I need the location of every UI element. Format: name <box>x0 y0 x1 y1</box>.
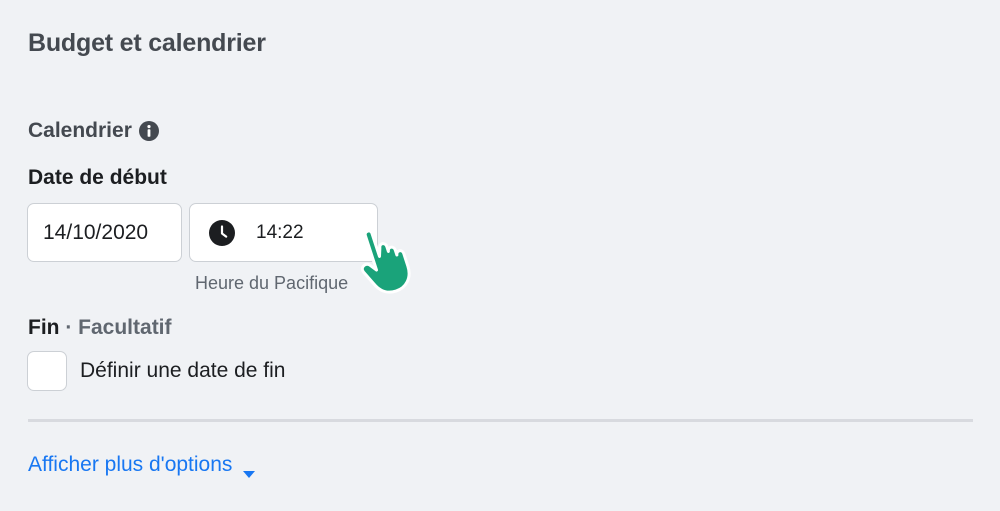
show-more-options-link[interactable]: Afficher plus d'options <box>28 453 256 478</box>
caret-down-icon[interactable] <box>242 461 256 478</box>
section-title: Budget et calendrier <box>28 29 266 57</box>
clock-icon <box>208 219 236 247</box>
start-date-input[interactable]: 14/10/2020 <box>27 203 182 262</box>
start-date-value: 14/10/2020 <box>43 220 149 244</box>
set-end-date-label[interactable]: Définir une date de fin <box>80 359 285 383</box>
schedule-heading: Calendrier <box>28 119 159 143</box>
set-end-date-checkbox[interactable] <box>27 351 67 391</box>
set-end-date-row[interactable]: Définir une date de fin <box>27 351 285 391</box>
start-time-input[interactable]: 14:22 <box>189 203 378 262</box>
optional-label: Facultatif <box>78 316 172 339</box>
end-separator: · <box>59 316 79 339</box>
timezone-note: Heure du Pacifique <box>195 273 349 293</box>
budget-schedule-panel: Budget et calendrier Calendrier Date de … <box>0 0 1000 511</box>
start-time-value: 14:22 <box>256 221 304 243</box>
divider <box>28 419 973 422</box>
schedule-label: Calendrier <box>28 119 132 142</box>
start-date-label: Date de début <box>28 166 167 189</box>
info-icon[interactable] <box>138 121 159 141</box>
show-more-options-label[interactable]: Afficher plus d'options <box>28 453 232 477</box>
end-label: Fin <box>28 316 60 339</box>
end-date-label: Fin · Facultatif <box>28 316 172 340</box>
pointer-hand-icon <box>352 218 424 296</box>
